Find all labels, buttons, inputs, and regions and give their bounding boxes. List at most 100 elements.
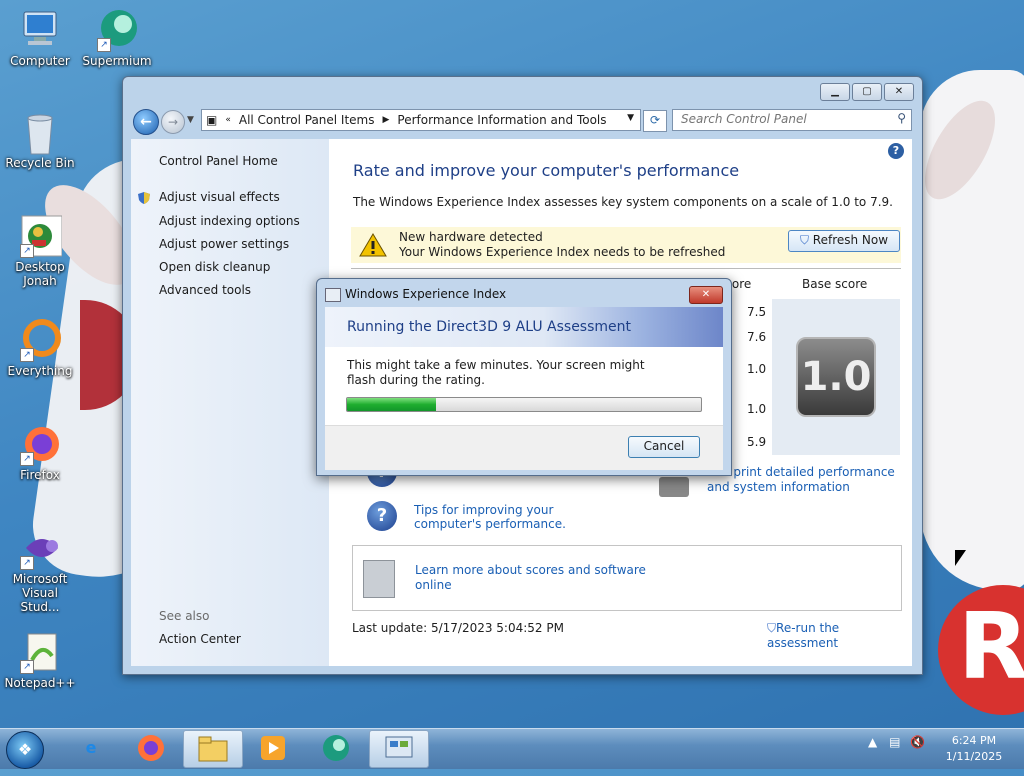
desktop-icon-desktop-jonah[interactable]: ↗ Desktop Jonah <box>0 214 80 288</box>
page-description: The Windows Experience Index assesses ke… <box>353 195 893 209</box>
media-player-icon[interactable] <box>244 730 302 766</box>
refresh-now-button[interactable]: ⛉ Refresh Now <box>788 230 900 252</box>
learn-more-link-line2[interactable]: online <box>415 578 452 592</box>
firefox-icon: ↗ <box>18 422 62 466</box>
address-bar[interactable]: ▣ « All Control Panel Items ▶ Performanc… <box>201 109 641 131</box>
internet-explorer-icon[interactable]: e <box>62 730 120 766</box>
back-button[interactable]: ← <box>133 109 159 135</box>
banner-title: New hardware detected <box>399 230 543 244</box>
print-details-link-line2[interactable]: and system information <box>707 480 850 494</box>
adjust-power-settings-link[interactable]: Adjust power settings <box>159 237 289 251</box>
desktop-icon-label: Computer <box>10 54 70 68</box>
desktop-icon-recycle-bin[interactable]: Recycle Bin <box>0 110 80 170</box>
adjust-indexing-options-link[interactable]: Adjust indexing options <box>159 214 300 228</box>
advanced-tools-link[interactable]: Advanced tools <box>159 283 251 297</box>
base-score-panel: 1.0 <box>772 299 900 455</box>
dialog-title: Windows Experience Index <box>345 287 507 301</box>
control-panel-taskbar-icon[interactable] <box>369 730 429 768</box>
dialog-close-button[interactable]: ✕ <box>689 286 723 304</box>
notepadpp-icon: ↗ <box>18 630 62 674</box>
desktop-icon-label: Recycle Bin <box>5 156 75 170</box>
hardware-notification-banner: New hardware detected Your Windows Exper… <box>351 227 901 263</box>
supermium-icon: ↗ <box>95 8 139 52</box>
address-dropdown-icon[interactable]: ▼ <box>627 113 634 123</box>
base-score-column-header: Base score <box>802 277 868 291</box>
dialog-heading: Running the Direct3D 9 ALU Assessment <box>347 319 632 335</box>
mouse-cursor <box>955 550 966 566</box>
open-disk-cleanup-link[interactable]: Open disk cleanup <box>159 260 270 274</box>
see-also-heading: See also <box>159 609 210 623</box>
control-panel-home-link[interactable]: Control Panel Home <box>159 154 278 168</box>
printer-icon <box>659 477 689 497</box>
explorer-taskbar-icon[interactable] <box>183 730 243 768</box>
progress-fill <box>347 398 436 411</box>
assessment-progress-bar <box>346 397 702 412</box>
dialog-message: This might take a few minutes. Your scre… <box>347 358 645 387</box>
start-button[interactable]: ❖ <box>6 731 44 769</box>
left-pane: Control Panel Home Adjust visual effects… <box>131 139 329 666</box>
desktop-icon-firefox[interactable]: ↗ Firefox <box>0 422 80 482</box>
dialog-footer: Cancel <box>325 425 723 470</box>
everything-icon: ↗ <box>18 318 62 362</box>
desktop-icon-computer[interactable]: Computer <box>0 8 80 68</box>
shield-icon <box>138 192 150 204</box>
minimize-button[interactable]: ▁ <box>820 83 850 101</box>
refresh-icon[interactable]: ⟳ <box>643 110 667 132</box>
rerun-assessment-link[interactable]: ⛉Re-run the assessment <box>767 621 912 650</box>
firefox-taskbar-icon[interactable] <box>122 730 180 766</box>
tips-improving-link[interactable]: Tips for improving your computer's perfo… <box>414 503 614 531</box>
supermium-taskbar-icon[interactable] <box>307 730 365 766</box>
action-center-link[interactable]: Action Center <box>159 632 241 646</box>
help-question-icon: ? <box>367 501 397 531</box>
breadcrumb-performance[interactable]: Performance Information and Tools <box>397 113 606 127</box>
clock-date: 1/11/2025 <box>945 750 1003 763</box>
search-input[interactable] <box>673 110 889 128</box>
desktop-icon-notepadpp[interactable]: ↗ Notepad++ <box>0 630 80 690</box>
subscore-value: 5.9 <box>747 435 767 449</box>
desktop-icon-everything[interactable]: ↗ Everything <box>0 318 80 378</box>
help-icon[interactable]: ? <box>888 143 904 159</box>
wallpaper-logo: R <box>938 585 1024 715</box>
desktop-icon-label: Everything <box>7 364 73 378</box>
recycle-bin-icon <box>18 110 62 155</box>
desktop-icon-supermium[interactable]: ↗ Supermium <box>77 8 157 68</box>
recent-pages-dropdown[interactable]: ▼ <box>187 115 194 125</box>
maximize-button[interactable]: ▢ <box>852 83 882 101</box>
experience-index-dialog: Windows Experience Index ✕ Running the D… <box>316 278 732 476</box>
dialog-app-icon <box>325 288 341 302</box>
search-box: ⚲ <box>672 109 912 131</box>
warning-icon <box>359 233 387 257</box>
visual-studio-icon: ↗ <box>18 526 62 570</box>
rerun-label: Re-run the assessment <box>767 621 840 650</box>
clock-time: 6:24 PM <box>951 734 997 747</box>
desktop-icon-visual-studio[interactable]: ↗ Microsoft Visual Stud... <box>0 526 80 614</box>
subscore-value: 1.0 <box>747 362 767 376</box>
shield-icon: ⛉ <box>767 621 777 635</box>
dialog-header: Running the Direct3D 9 ALU Assessment <box>325 307 723 347</box>
network-icon[interactable]: ▤ <box>889 735 900 749</box>
search-icon[interactable]: ⚲ <box>897 111 906 125</box>
desktop-icon-label: Notepad++ <box>4 676 76 690</box>
desktop-icon-label: Firefox <box>20 468 60 482</box>
taskbar: ❖ e ▲ ▤ 🔇 6:24 PM 1/11/2025 <box>0 728 1024 769</box>
window-caption-buttons: ▁ ▢ ✕ <box>820 83 914 101</box>
taskbar-clock[interactable]: 6:24 PM 1/11/2025 <box>944 733 1004 765</box>
navigation-bar: ← → ▼ ▣ « All Control Panel Items ▶ Perf… <box>131 107 914 135</box>
print-details-link-line1[interactable]: and print detailed performance <box>707 465 895 479</box>
close-button[interactable]: ✕ <box>884 83 914 101</box>
table-divider <box>351 268 901 269</box>
dialog-body: Running the Direct3D 9 ALU Assessment Th… <box>325 307 723 470</box>
subscore-value: 1.0 <box>747 402 767 416</box>
chevron-icon: « <box>225 115 231 125</box>
refresh-now-label: Refresh Now <box>812 233 889 247</box>
adjust-visual-effects-link[interactable]: Adjust visual effects <box>159 190 280 204</box>
software-box-icon <box>363 560 395 598</box>
desktop-icon-label: Supermium <box>82 54 152 68</box>
volume-muted-icon[interactable]: 🔇 <box>910 735 925 749</box>
subscore-value: 7.6 <box>747 330 767 344</box>
show-hidden-icons-icon[interactable]: ▲ <box>868 735 877 749</box>
cancel-button[interactable]: Cancel <box>628 436 700 458</box>
forward-button[interactable]: → <box>161 110 185 134</box>
learn-more-link-line1[interactable]: Learn more about scores and software <box>415 563 646 577</box>
breadcrumb-all-items[interactable]: All Control Panel Items <box>239 113 375 127</box>
